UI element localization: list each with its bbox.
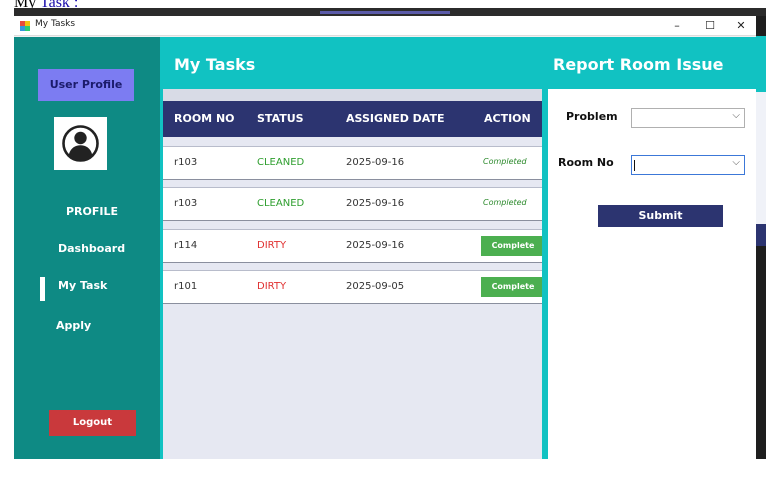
maximize-button[interactable]: ☐	[697, 17, 723, 35]
page-title: My Tasks	[174, 55, 256, 74]
background-window-strip	[14, 8, 766, 16]
background-pale-block	[756, 92, 766, 224]
report-panel: Report Room Issue Problem ⌵ Room No ⌵ Su…	[542, 37, 756, 459]
complete-button[interactable]: Complete	[481, 277, 545, 297]
column-header-assigned-date[interactable]: ASSIGNED DATE	[346, 101, 444, 137]
title-bar[interactable]: My Tasks – ☐ ✕	[14, 16, 756, 36]
problem-select[interactable]: ⌵	[631, 108, 745, 128]
room-no-select[interactable]: ⌵	[631, 155, 745, 175]
completed-label: Completed	[483, 157, 527, 166]
table-row[interactable]: r103 CLEANED 2025-09-16 Completed	[163, 146, 542, 180]
column-header-room-no[interactable]: ROOM NO	[174, 101, 235, 137]
logout-button[interactable]: Logout	[49, 410, 136, 436]
problem-label: Problem	[566, 110, 618, 123]
room-cell: r114	[174, 240, 198, 251]
user-profile-button[interactable]: User Profile	[38, 69, 134, 101]
window-title: My Tasks	[35, 19, 76, 29]
tasks-table: ROOM NO STATUS ASSIGNED DATE ACTION r103…	[163, 89, 545, 459]
status-cell: DIRTY	[257, 240, 287, 251]
room-no-label: Room No	[558, 156, 614, 169]
background-window-edge	[756, 16, 766, 459]
status-cell: CLEANED	[257, 198, 305, 209]
close-button[interactable]: ✕	[728, 17, 754, 35]
user-avatar-icon	[62, 125, 99, 162]
sidebar: User Profile PROFILE Dashboard My Task A…	[14, 37, 160, 459]
chevron-down-icon: ⌵	[732, 157, 740, 168]
tasks-panel: My Tasks ROOM NO STATUS ASSIGNED DATE AC…	[160, 37, 545, 459]
column-header-status[interactable]: STATUS	[257, 101, 304, 137]
background-accent	[320, 11, 450, 14]
status-cell: DIRTY	[257, 281, 287, 292]
column-header-action[interactable]: ACTION	[484, 101, 531, 137]
submit-button[interactable]: Submit	[598, 205, 723, 227]
status-cell: CLEANED	[257, 157, 305, 168]
table-header: ROOM NO STATUS ASSIGNED DATE ACTION	[163, 101, 542, 137]
report-form: Problem ⌵ Room No ⌵ Submit	[548, 89, 756, 459]
avatar	[54, 117, 107, 170]
table-top-strip	[163, 89, 542, 101]
date-cell: 2025-09-16	[346, 198, 405, 209]
app-window: My Tasks – ☐ ✕ User Profile PROFILE Dash…	[14, 16, 756, 459]
text-caret	[634, 160, 635, 171]
date-cell: 2025-09-05	[346, 281, 405, 292]
complete-button[interactable]: Complete	[481, 236, 545, 256]
date-cell: 2025-09-16	[346, 157, 405, 168]
minimize-button[interactable]: –	[664, 17, 690, 35]
table-row[interactable]: r101 DIRTY 2025-09-05 Complete	[163, 270, 545, 304]
room-cell: r103	[174, 198, 198, 209]
date-cell: 2025-09-16	[346, 240, 405, 251]
table-row[interactable]: r114 DIRTY 2025-09-16 Complete	[163, 229, 545, 263]
app-icon	[20, 21, 30, 31]
background-teal-block	[756, 36, 766, 92]
room-cell: r101	[174, 281, 198, 292]
background-navy-block	[756, 224, 766, 246]
sidebar-item-apply[interactable]: Apply	[56, 319, 91, 332]
report-title: Report Room Issue	[553, 55, 724, 74]
profile-label: PROFILE	[66, 205, 119, 218]
active-nav-indicator	[40, 277, 45, 301]
sidebar-item-dashboard[interactable]: Dashboard	[58, 242, 125, 255]
chevron-down-icon: ⌵	[732, 110, 740, 121]
room-cell: r103	[174, 157, 198, 168]
completed-label: Completed	[483, 198, 527, 207]
sidebar-item-my-task[interactable]: My Task	[58, 279, 107, 292]
table-row[interactable]: r103 CLEANED 2025-09-16 Completed	[163, 187, 542, 221]
